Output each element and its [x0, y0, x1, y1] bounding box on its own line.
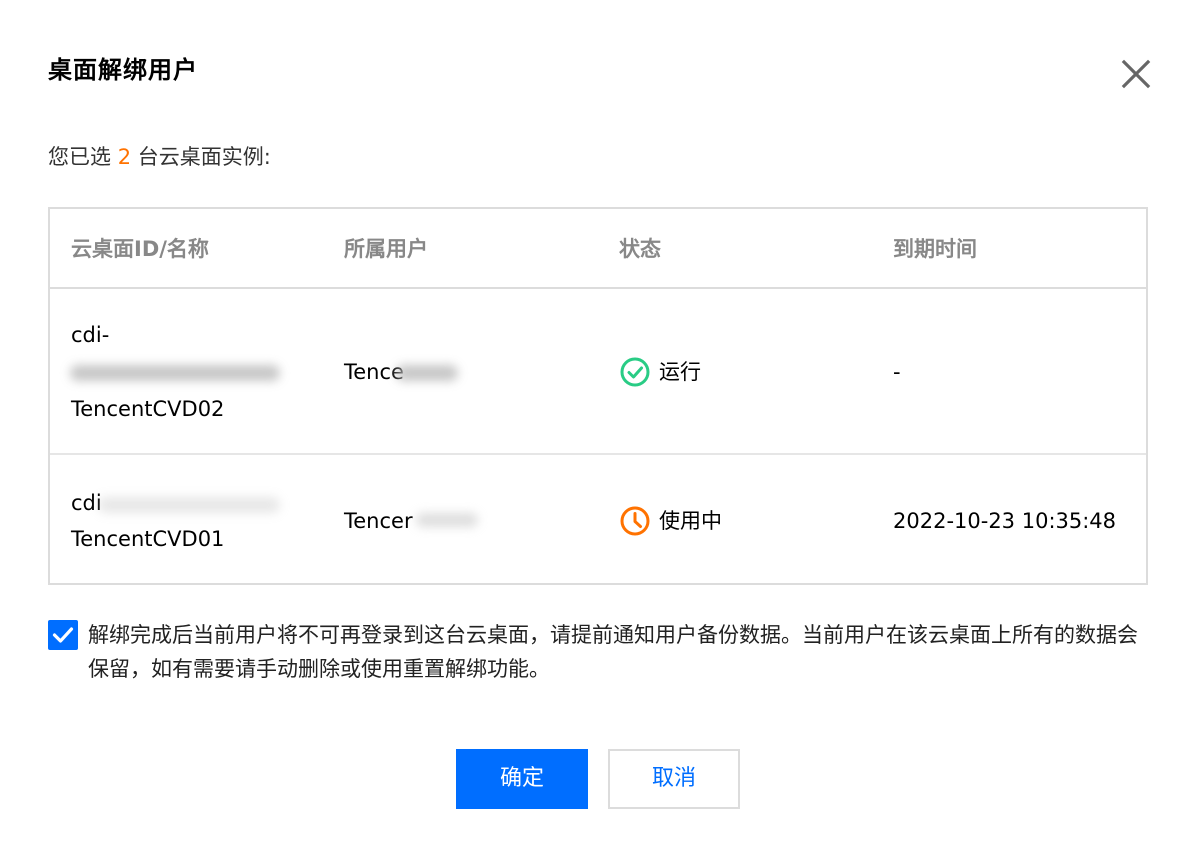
column-header-expiry: 到期时间 — [893, 237, 977, 261]
selection-summary: 您已选 2 台云桌面实例: — [48, 140, 271, 174]
status-badge: 使用中 — [619, 505, 722, 537]
selected-count: 2 — [117, 145, 132, 169]
clock-icon — [620, 506, 650, 536]
close-icon — [1121, 59, 1151, 89]
confirm-button[interactable]: 确定 — [456, 749, 588, 809]
unbind-dialog: 桌面解绑用户 您已选 2 台云桌面实例: 云桌面ID/名称 所属用户 状态 到期… — [0, 0, 1196, 856]
acknowledge-text: 解绑完成后当前用户将不可再登录到这台云桌面，请提前通知用户备份数据。当前用户在该… — [88, 623, 1138, 681]
status-label: 使用中 — [659, 509, 722, 533]
redacted-user-blur — [416, 513, 478, 527]
redacted-id-blur — [98, 497, 280, 513]
expiry-time: - — [893, 360, 901, 384]
instance-name: TencentCVD02 — [71, 397, 225, 421]
column-header-user: 所属用户 — [344, 237, 428, 261]
redacted-user-blur — [396, 365, 458, 381]
status-label: 运行 — [659, 360, 701, 384]
status-badge: 运行 — [619, 356, 701, 388]
column-header-id-name: 云桌面ID/名称 — [71, 237, 209, 261]
acknowledge-checkbox[interactable] — [48, 620, 78, 650]
expiry-time: 2022-10-23 10:35:48 — [893, 509, 1117, 533]
summary-prefix: 您已选 — [48, 145, 118, 169]
table-header: 云桌面ID/名称 所属用户 状态 到期时间 — [50, 209, 1146, 289]
redacted-id-blur — [70, 365, 280, 381]
owner-user: Tencer — [344, 509, 413, 533]
instance-table: 云桌面ID/名称 所属用户 状态 到期时间 cdi- TencentCVD02 … — [48, 207, 1148, 585]
owner-user: Tence — [344, 360, 404, 384]
table-row: cdi- TencentCVD02 Tence 运行 - — [50, 289, 1146, 455]
column-header-status: 状态 — [619, 237, 661, 261]
cancel-button[interactable]: 取消 — [608, 749, 740, 809]
close-button[interactable] — [1118, 56, 1154, 92]
instance-name: TencentCVD01 — [71, 527, 225, 551]
checkmark-icon — [52, 627, 74, 643]
table-row: cdi TencentCVD01 Tencer 使用中 2022-10-23 1… — [50, 455, 1146, 583]
instance-id: cdi- — [71, 323, 110, 347]
summary-suffix: 台云桌面实例: — [131, 145, 271, 169]
dialog-title: 桌面解绑用户 — [48, 56, 198, 84]
check-circle-icon — [620, 357, 650, 387]
